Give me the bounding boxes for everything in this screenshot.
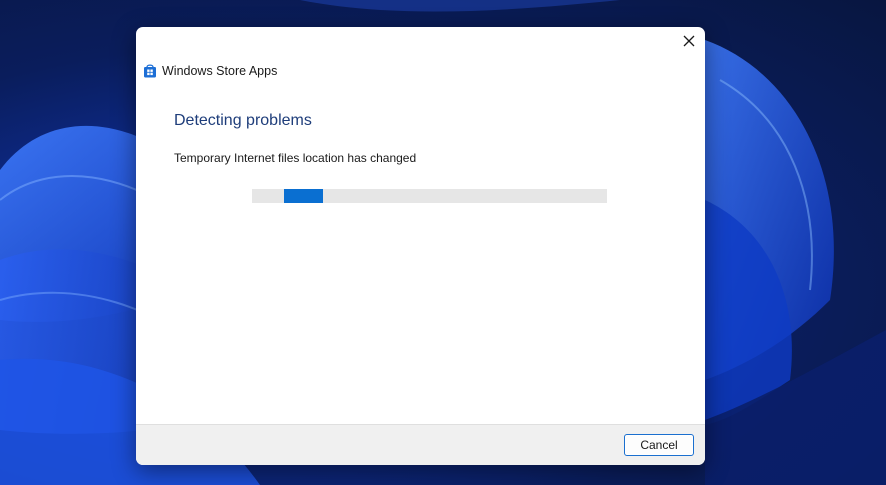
page-heading: Detecting problems [174, 112, 312, 129]
status-message: Temporary Internet files location has ch… [174, 151, 417, 165]
store-bag-icon [144, 64, 156, 78]
close-icon [683, 35, 695, 47]
window-title-bar: Windows Store Apps [143, 63, 277, 78]
dialog-footer: Cancel [136, 424, 705, 465]
cancel-button[interactable]: Cancel [624, 434, 694, 456]
window-title: Windows Store Apps [162, 63, 278, 78]
close-button[interactable] [677, 29, 701, 53]
progress-indicator [284, 189, 323, 203]
progress-bar [252, 189, 607, 203]
troubleshooter-dialog: Windows Store Apps Detecting problems Te… [136, 27, 705, 465]
